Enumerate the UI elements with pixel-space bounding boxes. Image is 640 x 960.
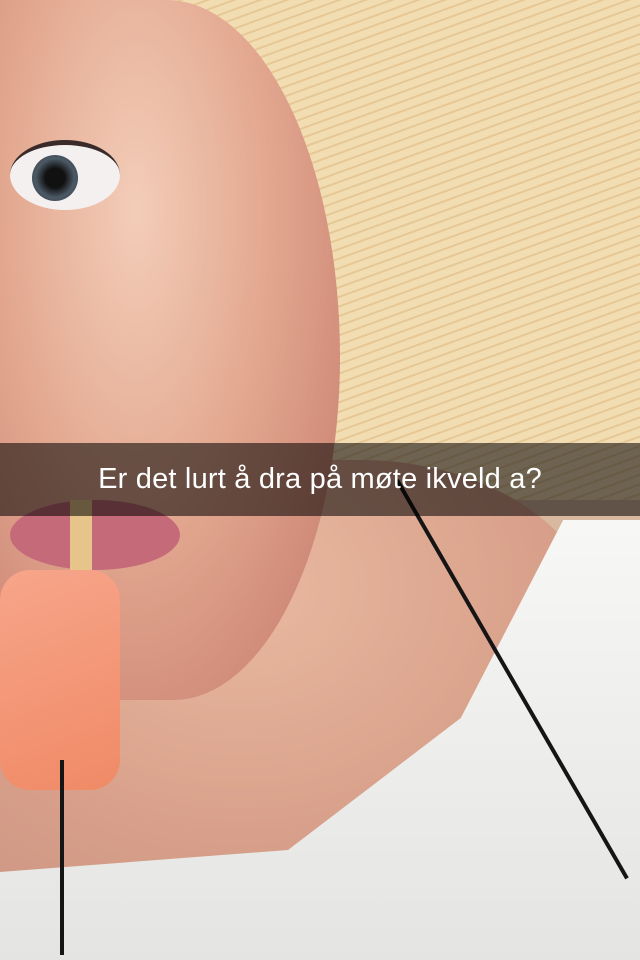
caption-text: Er det lurt å dra på møte ikveld a? (98, 463, 542, 495)
caption-bar: Er det lurt å dra på møte ikveld a? (0, 443, 640, 516)
popsicle (0, 570, 120, 790)
necklace-cord-left (60, 760, 64, 955)
iris (32, 155, 78, 201)
eye (10, 140, 120, 210)
